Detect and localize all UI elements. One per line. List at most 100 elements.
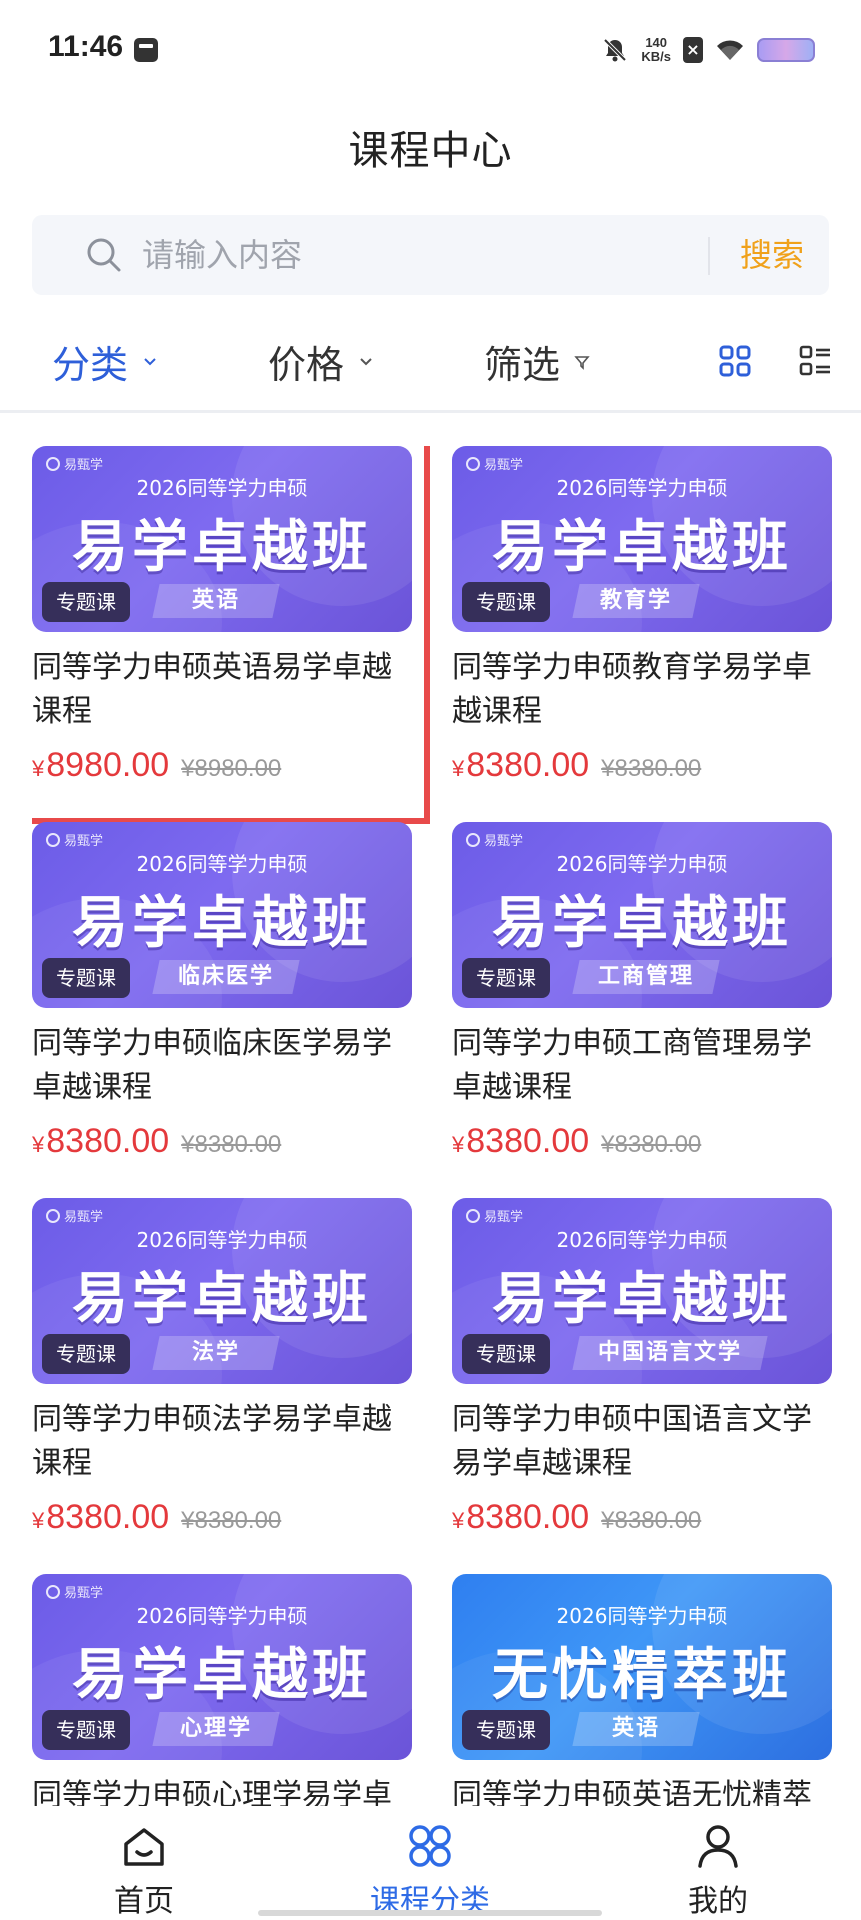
- course-card[interactable]: 2026同等学力申硕 无忧精萃班 专题课 英语 同等学力申硕英语无忧精萃课程: [452, 1574, 832, 1806]
- notification-app-icon: [134, 38, 158, 62]
- screen-filter-label: 筛选: [484, 343, 561, 387]
- course-title: 同等学力申硕英语易学卓越课程: [32, 650, 392, 729]
- original-price: ¥8380.00: [601, 755, 702, 782]
- search-bar: 搜索: [32, 215, 829, 295]
- original-price: ¥8980.00: [181, 755, 282, 782]
- chevron-down-icon: [144, 357, 156, 365]
- brand-name: 易甄学: [484, 1210, 524, 1225]
- screen-filter[interactable]: 筛选: [484, 334, 590, 389]
- search-icon: [87, 238, 121, 272]
- nav-category[interactable]: 课程分类: [330, 1822, 530, 1920]
- category-filter-label: 分类: [52, 343, 129, 387]
- chevron-down-icon: [360, 357, 372, 365]
- current-price: ¥8380.00: [32, 1122, 169, 1161]
- banner-subtitle: 2026同等学力申硕: [136, 476, 308, 500]
- original-price: ¥8380.00: [181, 1507, 282, 1534]
- brand-logo: 易甄学: [46, 1582, 103, 1601]
- course-banner: 易甄学 2026同等学力申硕 易学卓越班 专题课 工商管理: [452, 822, 832, 1008]
- brand-logo: 易甄学: [466, 1206, 523, 1225]
- subject-tag: 心理学: [152, 1712, 280, 1746]
- page-title: 课程中心: [348, 128, 513, 174]
- course-grid: 易甄学 2026同等学力申硕 易学卓越班 专题课 英语 同等学力申硕英语易学卓越…: [32, 446, 832, 1806]
- course-type-tag: 专题课: [42, 958, 130, 998]
- brand-logo-icon: [46, 1584, 60, 1599]
- course-card[interactable]: 易甄学 2026同等学力申硕 易学卓越班 专题课 工商管理 同等学力申硕工商管理…: [452, 822, 832, 1182]
- nav-home[interactable]: 首页: [44, 1822, 244, 1920]
- banner-title: 易学卓越班: [72, 1643, 372, 1708]
- course-type-tag: 专题课: [462, 582, 550, 622]
- current-price: ¥8380.00: [452, 1122, 589, 1161]
- course-card[interactable]: 易甄学 2026同等学力申硕 易学卓越班 专题课 法学 同等学力申硕法学易学卓越…: [32, 1198, 412, 1558]
- category-filter[interactable]: 分类: [52, 334, 158, 389]
- search-input[interactable]: [142, 229, 702, 281]
- network-speed-unit: KB/s: [641, 49, 671, 64]
- banner-subtitle: 2026同等学力申硕: [556, 476, 728, 500]
- network-speed: 140 KB/s: [641, 36, 671, 64]
- no-sim-icon: ×: [683, 37, 703, 63]
- profile-icon: [698, 1825, 738, 1868]
- status-bar: 11:46 140 KB/s ×: [0, 0, 861, 100]
- banner-title: 易学卓越班: [72, 1267, 372, 1332]
- course-type-tag: 专题课: [462, 958, 550, 998]
- search-divider: [708, 237, 710, 275]
- price-value: 8380.00: [466, 746, 590, 784]
- price-row: ¥8380.00 ¥8380.00: [452, 1498, 701, 1537]
- subject-tag-label: 中国语言文学: [598, 1340, 743, 1365]
- course-banner: 易甄学 2026同等学力申硕 易学卓越班 专题课 心理学: [32, 1574, 412, 1760]
- currency-symbol: ¥: [452, 756, 465, 781]
- banner-title: 易学卓越班: [492, 515, 792, 580]
- nav-home-label: 首页: [114, 1884, 174, 1919]
- wifi-icon: [717, 40, 743, 60]
- course-card[interactable]: 易甄学 2026同等学力申硕 易学卓越班 专题课 教育学 同等学力申硕教育学易学…: [452, 446, 832, 806]
- brand-logo-icon: [466, 832, 480, 847]
- grid-view-icon[interactable]: [718, 344, 752, 378]
- category-icon: [409, 1825, 451, 1867]
- price-row: ¥8980.00 ¥8980.00: [32, 746, 281, 785]
- course-card[interactable]: 易甄学 2026同等学力申硕 易学卓越班 专题课 心理学 同等学力申硕心理学易学…: [32, 1574, 412, 1806]
- brand-logo: 易甄学: [46, 454, 103, 473]
- original-price: ¥8380.00: [601, 1131, 702, 1158]
- course-title: 同等学力申硕教育学易学卓越课程: [452, 650, 812, 729]
- subject-tag-label: 英语: [191, 588, 240, 613]
- nav-profile-label: 我的: [688, 1884, 748, 1919]
- subject-tag-label: 英语: [611, 1716, 660, 1741]
- search-button[interactable]: 搜索: [722, 231, 822, 279]
- price-value: 8380.00: [466, 1122, 590, 1160]
- course-banner: 易甄学 2026同等学力申硕 易学卓越班 专题课 中国语言文学: [452, 1198, 832, 1384]
- currency-symbol: ¥: [32, 1508, 45, 1533]
- course-banner: 易甄学 2026同等学力申硕 易学卓越班 专题课 英语: [32, 446, 412, 632]
- course-banner: 易甄学 2026同等学力申硕 易学卓越班 专题课 教育学: [452, 446, 832, 632]
- list-view-icon[interactable]: [798, 344, 832, 378]
- brand-logo-icon: [466, 1208, 480, 1223]
- battery-icon: [757, 38, 815, 62]
- brand-logo-icon: [46, 456, 60, 471]
- brand-logo-icon: [466, 456, 480, 471]
- nav-profile[interactable]: 我的: [618, 1822, 818, 1920]
- subject-tag: 英语: [572, 1712, 700, 1746]
- price-filter[interactable]: 价格: [268, 334, 374, 389]
- course-card[interactable]: 易甄学 2026同等学力申硕 易学卓越班 专题课 临床医学 同等学力申硕临床医学…: [32, 822, 412, 1182]
- subject-tag-label: 工商管理: [598, 964, 695, 989]
- subject-tag: 临床医学: [152, 960, 300, 994]
- brand-name: 易甄学: [484, 458, 524, 473]
- subject-tag: 中国语言文学: [572, 1336, 768, 1370]
- filter-bar: 分类 价格 筛选: [0, 320, 861, 410]
- status-time: 11:46: [48, 30, 124, 63]
- currency-symbol: ¥: [32, 756, 45, 781]
- banner-subtitle: 2026同等学力申硕: [136, 852, 308, 876]
- price-value: 8980.00: [46, 746, 170, 784]
- course-title: 同等学力申硕心理学易学卓越课程: [32, 1778, 392, 1806]
- subject-tag: 英语: [152, 584, 280, 618]
- course-title: 同等学力申硕工商管理易学卓越课程: [452, 1026, 812, 1105]
- course-title: 同等学力申硕英语无忧精萃课程: [452, 1778, 812, 1806]
- currency-symbol: ¥: [32, 1132, 45, 1157]
- current-price: ¥8980.00: [32, 746, 169, 785]
- home-indicator: [258, 1910, 602, 1916]
- course-card[interactable]: 易甄学 2026同等学力申硕 易学卓越班 专题课 中国语言文学 同等学力申硕中国…: [452, 1198, 832, 1558]
- price-row: ¥8380.00 ¥8380.00: [32, 1122, 281, 1161]
- currency-symbol: ¥: [452, 1508, 465, 1533]
- course-card[interactable]: 易甄学 2026同等学力申硕 易学卓越班 专题课 英语 同等学力申硕英语易学卓越…: [32, 446, 430, 824]
- price-filter-label: 价格: [268, 343, 345, 387]
- brand-logo: 易甄学: [466, 454, 523, 473]
- current-price: ¥8380.00: [452, 1498, 589, 1537]
